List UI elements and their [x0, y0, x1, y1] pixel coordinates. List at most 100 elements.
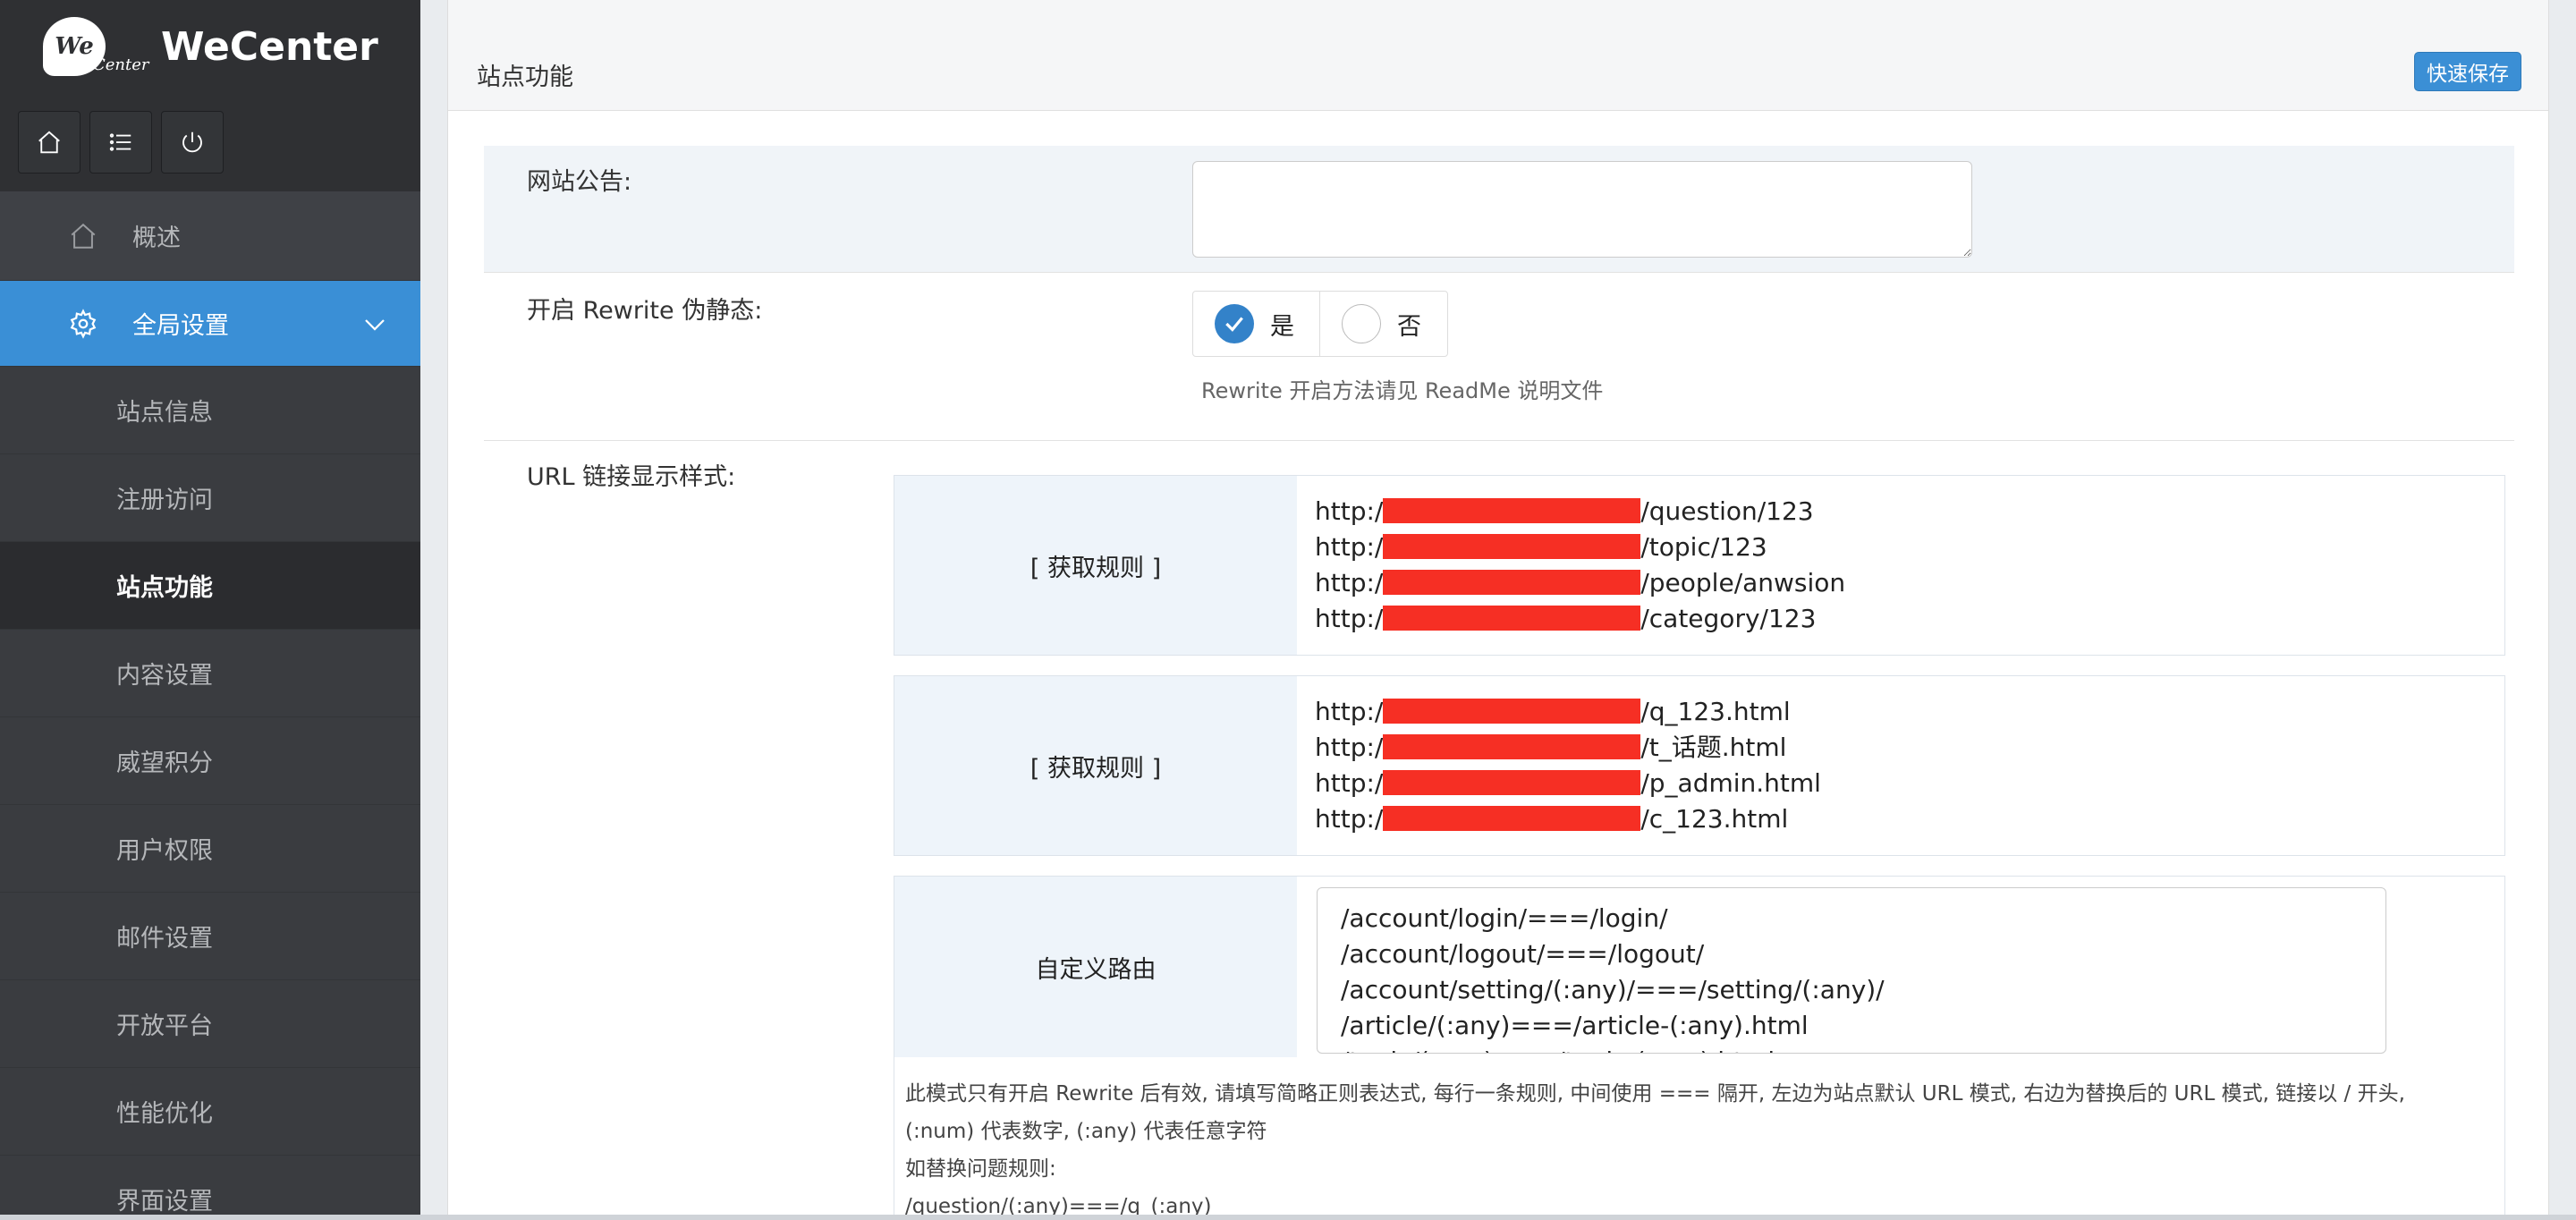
rewrite-hint: Rewrite 开启方法请见 ReadMe 说明文件 — [1201, 378, 1604, 403]
url-prefix: http:/ — [1315, 604, 1384, 633]
route-line: /account/setting/(:any)/===/setting/(:an… — [1341, 975, 1885, 1004]
url-example-line: http:/ /people/anwsion — [1315, 565, 2504, 601]
logout-button[interactable] — [161, 111, 224, 174]
logo-sub-text: Center — [93, 55, 149, 74]
quick-actions — [0, 93, 420, 191]
custom-routes-textarea[interactable]: /account/login/===/login/ /account/logout… — [1317, 887, 2386, 1054]
chevron-down-icon — [365, 319, 385, 331]
description-line: 如替换问题规则: — [905, 1157, 1056, 1181]
panel-title: 站点功能 — [477, 64, 573, 91]
sidebar-sub-item[interactable]: 站点功能 — [0, 542, 420, 630]
url-style-label: URL 链接显示样式: — [527, 463, 736, 491]
power-icon — [182, 131, 202, 153]
url-style-option-default[interactable]: [ 获取规则 ] http:/ /question/123 http:/ /topic… — [894, 475, 2505, 656]
radio-unchecked[interactable] — [1342, 304, 1381, 343]
radio-checked[interactable] — [1215, 304, 1254, 343]
rewrite-radio-group: 是 否 — [1192, 291, 1448, 357]
url-example-line: http:/ /p_admin.html — [1315, 766, 2504, 801]
url-example-line: http:/ /c_123.html — [1315, 801, 2504, 837]
url-suffix: /c_123.html — [1640, 804, 1789, 834]
redacted-domain — [1383, 498, 1641, 523]
custom-route-label[interactable]: 自定义路由 — [894, 877, 1297, 1057]
rewrite-row: 开启 Rewrite 伪静态: 是 否 Rewrite 开启方法请见 ReadM… — [484, 273, 2514, 441]
url-suffix: /t_话题.html — [1640, 733, 1787, 762]
redacted-domain — [1383, 534, 1641, 559]
rewrite-yes-label: 是 — [1270, 312, 1294, 341]
url-prefix: http:/ — [1315, 768, 1384, 798]
nav-global-label: 全局设置 — [132, 312, 229, 340]
redacted-domain — [1383, 806, 1641, 831]
sidebar-sub-item[interactable]: 用户权限 — [0, 805, 420, 893]
url-prefix: http:/ — [1315, 733, 1384, 762]
panel-header: 站点功能 快速保存 — [448, 0, 2548, 111]
route-line: /topic/(:any)===/topic-(:any).html — [1341, 1044, 2385, 1053]
brand-header: We Center WeCenter — [0, 0, 420, 93]
sidebar-sub-item[interactable]: 性能优化 — [0, 1068, 420, 1156]
sidebar-sub-item[interactable]: 邮件设置 — [0, 893, 420, 980]
home-outline-icon — [71, 223, 96, 249]
nav-overview-label: 概述 — [132, 225, 181, 252]
url-example-line: http:/ /topic/123 — [1315, 530, 2504, 565]
sidebar-sub-item[interactable]: 开放平台 — [0, 980, 420, 1068]
url-example-line: http:/ /question/123 — [1315, 494, 2504, 530]
redacted-domain — [1383, 734, 1641, 759]
route-line: /article/(:any)===/article-(:any).html — [1341, 1011, 1809, 1040]
rewrite-no-label: 否 — [1397, 312, 1421, 341]
sidebar-sub-item[interactable]: 界面设置 — [0, 1156, 420, 1220]
menu-list-button[interactable] — [89, 111, 152, 174]
url-style-option-custom[interactable]: 自定义路由 /account/login/===/login//account/… — [894, 876, 2505, 1220]
url-example-line: http:/ /t_话题.html — [1315, 730, 2504, 766]
announce-textarea[interactable] — [1192, 161, 1972, 258]
check-icon — [1225, 317, 1243, 332]
redacted-domain — [1383, 699, 1641, 724]
url-suffix: /category/123 — [1640, 604, 1817, 633]
rewrite-label: 开启 Rewrite 伪静态: — [527, 297, 763, 325]
list-icon — [109, 133, 131, 151]
sidebar: We Center WeCenter 概述 全局设置 站点信息 注册访问 站点功能内… — [0, 0, 420, 1220]
rewrite-yes-option[interactable]: 是 — [1193, 292, 1320, 356]
url-prefix: http:/ — [1315, 697, 1384, 726]
nav-global-settings[interactable]: 全局设置 — [0, 281, 420, 367]
announce-label: 网站公告: — [527, 168, 632, 196]
description-line: 此模式只有开启 Rewrite 后有效, 请填写简略正则表达式, 每行一条规则,… — [905, 1082, 2405, 1106]
rewrite-no-option[interactable]: 否 — [1320, 292, 1421, 356]
sidebar-sub-item[interactable]: 站点信息 — [0, 367, 420, 454]
settings-panel: 站点功能 快速保存 网站公告: 开启 Rewrite 伪静态: 是 否 Rewr… — [447, 0, 2549, 1220]
sidebar-sub-item[interactable]: 威望积分 — [0, 717, 420, 805]
get-rules-button[interactable]: [ 获取规则 ] — [894, 676, 1297, 855]
get-rules-button[interactable]: [ 获取规则 ] — [894, 476, 1297, 655]
gear-icon — [70, 308, 97, 339]
url-examples: http://question/123 http://topic/123 http:… — [1297, 476, 2504, 655]
bottom-scroll-edge — [0, 1215, 2576, 1220]
description-line: (:num) 代表数字, (:any) 代表任意字符 — [905, 1120, 1267, 1143]
url-style-row: URL 链接显示样式: [ 获取规则 ] http:/ /question/123… — [484, 441, 2514, 1220]
route-line: /account/login/===/login/ — [1341, 903, 1668, 933]
main-area: 站点功能 快速保存 网站公告: 开启 Rewrite 伪静态: 是 否 Rewr… — [420, 0, 2576, 1220]
nav-overview[interactable]: 概述 — [0, 191, 420, 281]
url-prefix: http:/ — [1315, 804, 1384, 834]
url-example-line: http:/ /q_123.html — [1315, 694, 2504, 730]
redacted-domain — [1383, 770, 1641, 795]
custom-route-description: 此模式只有开启 Rewrite 后有效, 请填写简略正则表达式, 每行一条规则,… — [905, 1075, 2497, 1220]
side-nav: 概述 全局设置 站点信息 注册访问 站点功能 内容设置 威望积分 用户权限 邮件设置 开放平台… — [0, 191, 420, 1220]
url-prefix: http:/ — [1315, 496, 1384, 526]
home-button[interactable] — [18, 111, 80, 174]
url-prefix: http:/ — [1315, 568, 1384, 597]
url-suffix: /p_admin.html — [1640, 768, 1821, 798]
home-icon — [38, 131, 60, 154]
route-line: /account/logout/===/logout/ — [1341, 939, 1705, 969]
url-suffix: /topic/123 — [1640, 532, 1767, 562]
url-examples: http:/ /q_123.html http:/ /t_话题.html http:/ /… — [1297, 676, 2504, 855]
url-style-option-short[interactable]: [ 获取规则 ] http:/ /q_123.html http:/ /t_话题.ht… — [894, 675, 2505, 856]
url-example-line: http:/ /category/123 — [1315, 601, 2504, 637]
quick-save-button[interactable]: 快速保存 — [2414, 52, 2521, 91]
brand-name[interactable]: WeCenter — [161, 24, 378, 70]
url-suffix: /q_123.html — [1640, 697, 1791, 726]
url-suffix: /question/123 — [1640, 496, 1814, 526]
sidebar-sub-item[interactable]: 注册访问 — [0, 454, 420, 542]
redacted-domain — [1383, 606, 1641, 631]
sidebar-sub-item[interactable]: 内容设置 — [0, 630, 420, 717]
redacted-domain — [1383, 570, 1641, 595]
url-suffix: /people/anwsion — [1640, 568, 1846, 597]
url-prefix: http:/ — [1315, 532, 1384, 562]
